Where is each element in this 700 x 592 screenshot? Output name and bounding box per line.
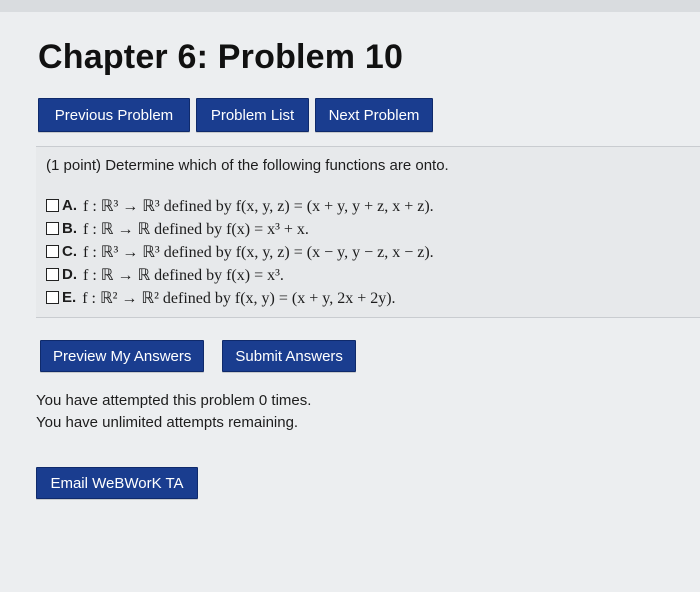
attempts-count-text: You have attempted this problem 0 times.: [36, 392, 312, 409]
preview-answers-button[interactable]: Preview My Answers: [40, 340, 205, 372]
problem-box: (1 point) Determine which of the followi…: [36, 146, 700, 318]
choice-a: A. f : ℝ³ → ℝ³ defined by f(x, y, z) = (…: [46, 194, 690, 217]
choice-b: B. f : ℝ → ℝ defined by f(x) = x³ + x.: [46, 217, 690, 240]
choice-a-checkbox[interactable]: [46, 199, 59, 212]
choice-b-checkbox[interactable]: [46, 222, 59, 235]
choice-a-text: f : ℝ³ → ℝ³ defined by f(x, y, z) = (x +…: [83, 197, 434, 215]
choice-e: E. f : ℝ² → ℝ² defined by f(x, y) = (x +…: [46, 286, 690, 309]
previous-problem-button[interactable]: Previous Problem: [38, 98, 190, 132]
attempts-info: You have attempted this problem 0 times.…: [36, 390, 311, 434]
choice-a-letter: A.: [62, 197, 77, 214]
email-ta-button[interactable]: Email WeBWorK TA: [36, 467, 198, 499]
choice-c-checkbox[interactable]: [46, 245, 59, 258]
choice-e-letter: E.: [62, 289, 77, 306]
problem-nav: Previous Problem Problem List Next Probl…: [38, 98, 433, 132]
next-problem-button[interactable]: Next Problem: [315, 98, 433, 132]
choice-b-letter: B.: [62, 220, 77, 237]
page-title: Chapter 6: Problem 10: [38, 38, 404, 76]
choice-b-text: f : ℝ → ℝ defined by f(x) = x³ + x.: [83, 220, 309, 238]
choice-e-checkbox[interactable]: [46, 291, 59, 304]
email-section: Email WeBWorK TA: [36, 467, 198, 499]
problem-list-button[interactable]: Problem List: [196, 98, 309, 132]
choice-d-checkbox[interactable]: [46, 268, 59, 281]
choice-d-text: f : ℝ → ℝ defined by f(x) = x³.: [83, 266, 284, 284]
problem-intro: (1 point) Determine which of the followi…: [46, 157, 449, 174]
choice-e-text: f : ℝ² → ℝ² defined by f(x, y) = (x + y,…: [82, 289, 396, 307]
attempts-remaining-text: You have unlimited attempts remaining.: [36, 414, 299, 431]
answer-actions: Preview My Answers Submit Answers: [40, 340, 356, 372]
submit-answers-button[interactable]: Submit Answers: [222, 340, 356, 372]
choice-d: D. f : ℝ → ℝ defined by f(x) = x³.: [46, 263, 690, 286]
choice-c-text: f : ℝ³ → ℝ³ defined by f(x, y, z) = (x −…: [83, 243, 434, 261]
choice-c-letter: C.: [62, 243, 77, 260]
choice-c: C. f : ℝ³ → ℝ³ defined by f(x, y, z) = (…: [46, 240, 690, 263]
top-strip: [0, 0, 700, 12]
choice-d-letter: D.: [62, 266, 77, 283]
